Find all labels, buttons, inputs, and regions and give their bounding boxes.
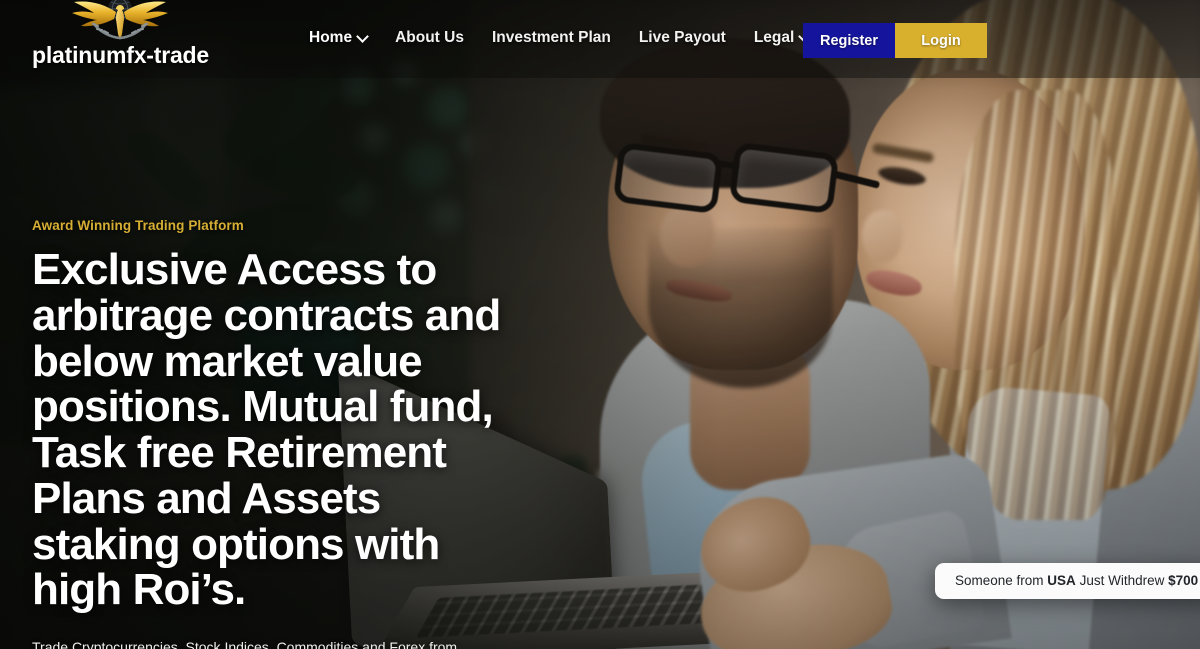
nav-label-about-us: About Us xyxy=(395,29,464,46)
golden-eagle-globe-logo xyxy=(72,0,169,40)
nav-item-home[interactable]: Home xyxy=(295,24,381,52)
nav-label-live-payout: Live Payout xyxy=(638,29,726,46)
hero-kicker: Award Winning Trading Platform xyxy=(32,218,244,233)
toast-middle: Just Withdrew xyxy=(1075,573,1169,588)
toast-prefix: Someone from xyxy=(955,573,1048,588)
hero-section: Award Winning Trading Platform Exclusive… xyxy=(32,218,552,649)
nav-label-home: Home xyxy=(309,29,353,46)
hero-headline: Exclusive Access to arbitrage contracts … xyxy=(32,245,501,615)
nav-item-investment-plan[interactable]: Investment Plan xyxy=(478,24,625,52)
nav-item-about-us[interactable]: About Us xyxy=(381,24,478,52)
chevron-down-icon xyxy=(358,32,367,41)
hero-subline: Trade Cryptocurrencies, Stock Indices, C… xyxy=(32,639,458,649)
toast-country: USA xyxy=(1047,573,1076,588)
brand-name: platinumfx-trade xyxy=(32,42,209,68)
nav-label-legal: Legal xyxy=(753,29,795,46)
nav-item-live-payout[interactable]: Live Payout xyxy=(625,24,740,52)
page-root: platinumfx-trade Home About Us Investmen… xyxy=(0,0,1200,649)
register-button[interactable]: Register xyxy=(803,23,895,58)
auth-buttons: Register Login xyxy=(803,23,987,58)
site-header: platinumfx-trade Home About Us Investmen… xyxy=(0,0,1200,78)
brand-logo-link[interactable]: platinumfx-trade xyxy=(32,0,209,67)
withdrawal-notification-toast[interactable]: Someone from USA Just Withdrew $700 xyxy=(935,563,1200,600)
toast-amount: $700 xyxy=(1168,573,1199,588)
login-button[interactable]: Login xyxy=(895,23,987,58)
nav-label-investment-plan: Investment Plan xyxy=(491,29,611,46)
